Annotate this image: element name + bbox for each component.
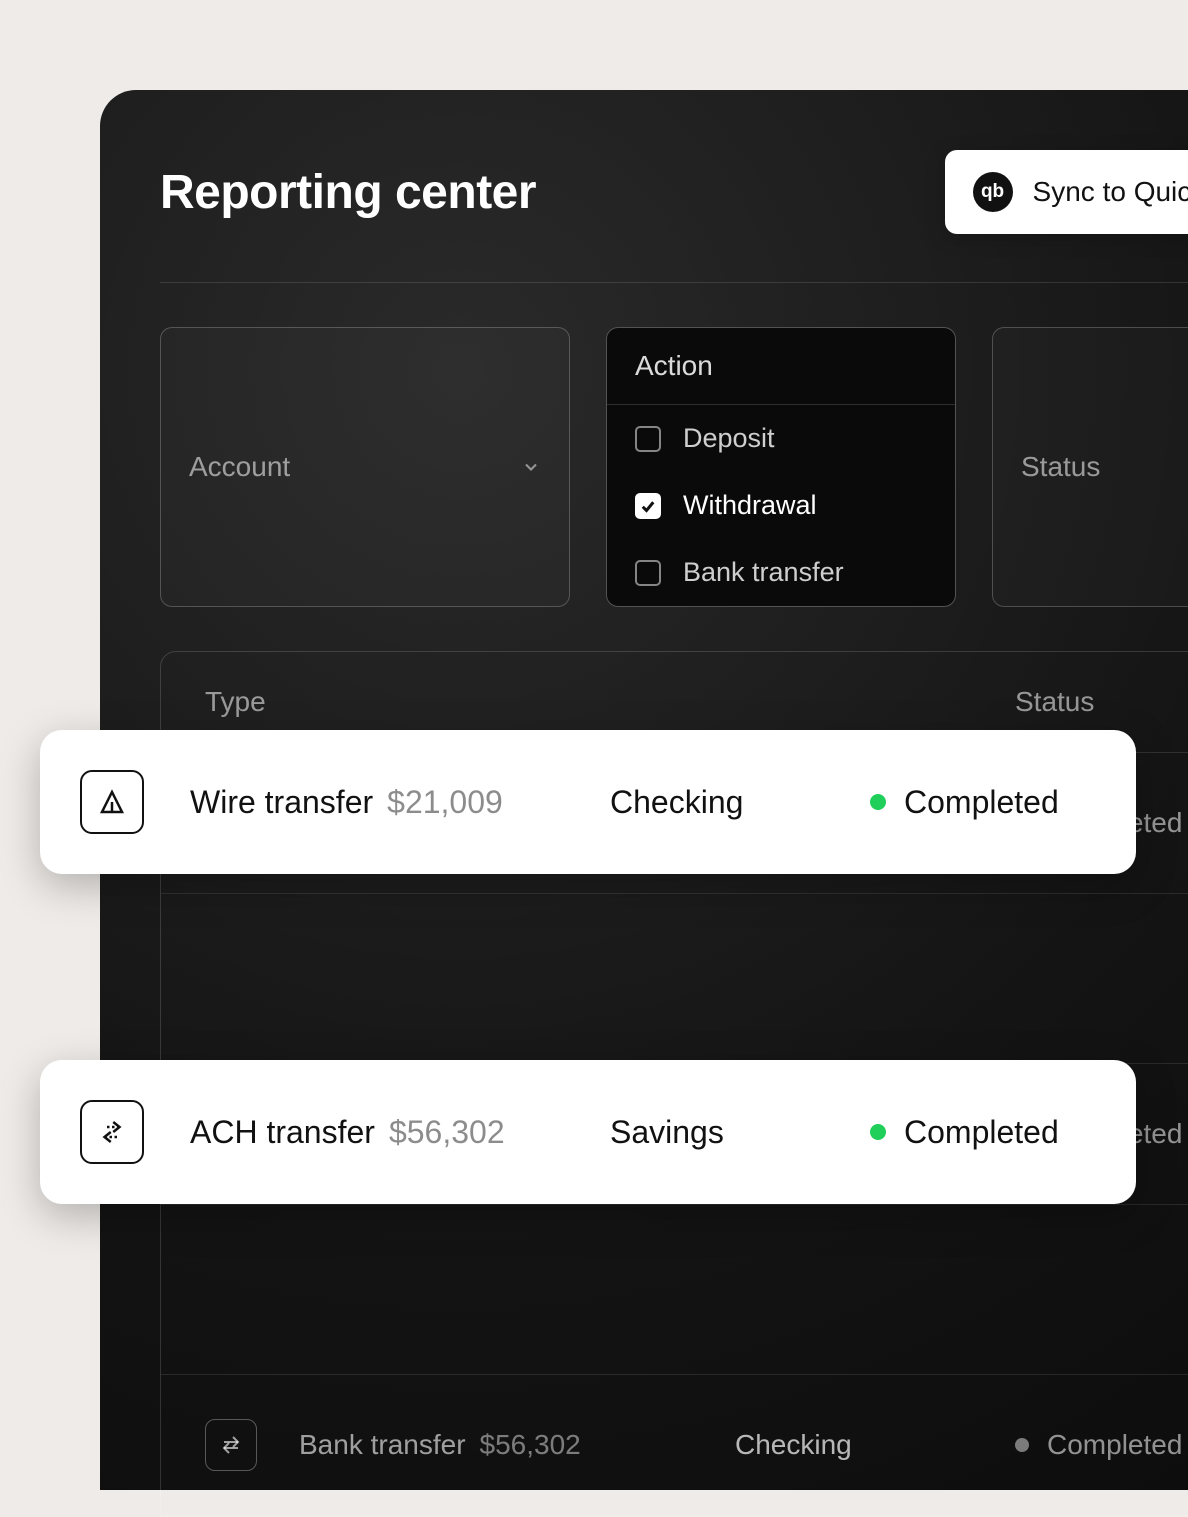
column-status: Status xyxy=(1015,686,1188,718)
status-dot-icon xyxy=(1015,1438,1029,1452)
highlighted-row-wire-transfer[interactable]: Wire transfer $21,009 Checking Completed xyxy=(40,730,1136,874)
divider xyxy=(160,282,1188,283)
row-amount: $56,302 xyxy=(480,1429,581,1461)
checkbox-unchecked-icon xyxy=(635,426,661,452)
filter-account-label: Account xyxy=(189,451,290,483)
reporting-panel: Reporting center qb Sync to Quickbooks A… xyxy=(100,90,1188,1490)
row-account: Savings xyxy=(610,1114,870,1151)
filter-status-label: Status xyxy=(1021,451,1100,483)
filter-bar: Account Action Deposit Withdrawal xyxy=(160,327,1188,607)
row-status: Completed xyxy=(904,784,1059,821)
wire-transfer-icon xyxy=(80,770,144,834)
sync-quickbooks-button[interactable]: qb Sync to Quickbooks xyxy=(945,150,1188,234)
column-account-hidden xyxy=(735,686,1015,718)
page-title: Reporting center xyxy=(160,165,536,220)
row-status: Completed xyxy=(1047,1429,1182,1461)
table-row[interactable] xyxy=(161,894,1188,1064)
checkbox-unchecked-icon xyxy=(635,560,661,586)
highlighted-row-ach-transfer[interactable]: ACH transfer $56,302 Savings Completed xyxy=(40,1060,1136,1204)
action-option-deposit[interactable]: Deposit xyxy=(607,405,955,472)
row-amount: $21,009 xyxy=(387,784,503,821)
action-option-bank-transfer[interactable]: Bank transfer xyxy=(607,539,955,606)
checkbox-checked-icon xyxy=(635,493,661,519)
column-type: Type xyxy=(205,686,735,718)
header-row: Reporting center qb Sync to Quickbooks xyxy=(160,150,1188,234)
filter-account[interactable]: Account xyxy=(160,327,570,607)
filter-action-dropdown[interactable]: Action Deposit Withdrawal Bank transfer xyxy=(606,327,956,607)
action-option-label: Deposit xyxy=(683,423,775,454)
transfer-icon xyxy=(205,1419,257,1471)
action-option-label: Bank transfer xyxy=(683,557,844,588)
table-row[interactable]: Bank transfer $56,302 Checking Completed xyxy=(161,1375,1188,1516)
table-row[interactable] xyxy=(161,1205,1188,1375)
row-label: Wire transfer xyxy=(190,784,373,821)
row-account: Checking xyxy=(610,784,870,821)
chevron-down-icon xyxy=(521,457,541,477)
status-dot-icon xyxy=(870,794,886,810)
quickbooks-icon: qb xyxy=(973,172,1013,212)
filter-action-label: Action xyxy=(607,328,955,405)
action-option-label: Withdrawal xyxy=(683,490,817,521)
action-option-withdrawal[interactable]: Withdrawal xyxy=(607,472,955,539)
row-label: Bank transfer xyxy=(299,1429,466,1461)
status-dot-icon xyxy=(870,1124,886,1140)
row-account: Checking xyxy=(735,1429,1015,1461)
row-amount: $56,302 xyxy=(389,1114,505,1151)
ach-transfer-icon xyxy=(80,1100,144,1164)
filter-status[interactable]: Status xyxy=(992,327,1188,607)
sync-label: Sync to Quickbooks xyxy=(1033,176,1188,208)
row-status: Completed xyxy=(904,1114,1059,1151)
row-label: ACH transfer xyxy=(190,1114,375,1151)
